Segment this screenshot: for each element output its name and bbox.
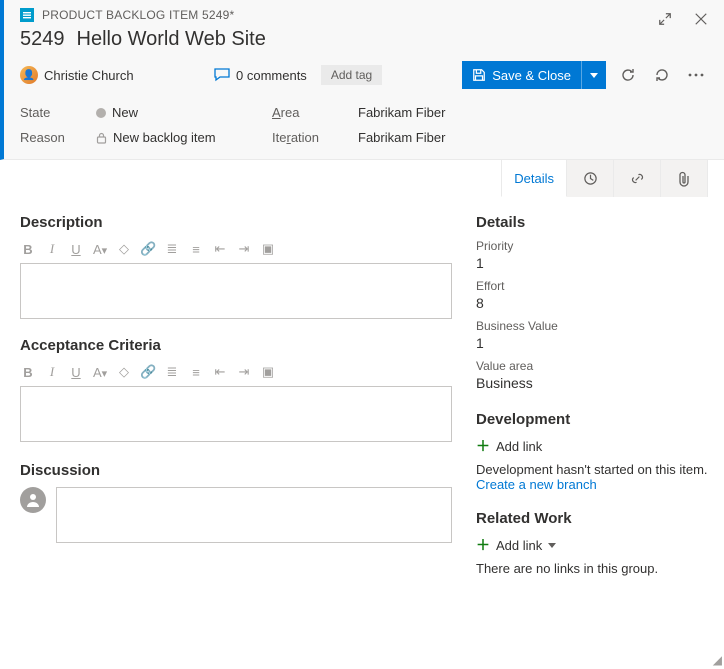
development-header: Development: [476, 411, 708, 428]
number-list-icon[interactable]: ≡: [188, 242, 204, 257]
description-header: Description: [20, 214, 452, 231]
value-area-field[interactable]: Business: [476, 375, 708, 391]
clear-format-icon[interactable]: ◇: [116, 241, 132, 257]
underline-icon[interactable]: U: [68, 242, 84, 257]
related-hint: There are no links in this group.: [476, 561, 708, 576]
save-label: Save & Close: [492, 68, 571, 83]
comment-icon: [214, 68, 230, 82]
maximize-icon[interactable]: [654, 8, 676, 30]
history-icon: [583, 171, 598, 186]
add-link-label: Add link: [496, 439, 542, 454]
acceptance-toolbar: B I U A▾ ◇ 🔗 ≣ ≡ ⇤ ⇥ ▣: [20, 362, 452, 386]
attachment-icon: [677, 171, 691, 187]
link-icon: [630, 171, 645, 186]
breadcrumb: PRODUCT BACKLOG ITEM 5249*: [42, 8, 234, 22]
description-input[interactable]: [20, 263, 452, 319]
state-dot-icon: [96, 108, 106, 118]
priority-label: Priority: [476, 239, 708, 253]
tab-details-label: Details: [502, 171, 566, 186]
iteration-value: Fabrikam Fiber: [358, 130, 445, 145]
person-icon: [25, 492, 41, 508]
font-icon[interactable]: A▾: [92, 242, 108, 257]
bold-icon[interactable]: B: [20, 242, 36, 257]
hyperlink-icon[interactable]: 🔗: [140, 241, 156, 257]
resize-grip-icon[interactable]: ◢: [713, 653, 722, 667]
tab-history[interactable]: [566, 159, 614, 197]
outdent-icon[interactable]: ⇤: [212, 241, 228, 257]
iteration-label: Iteration: [272, 130, 342, 145]
create-branch-link[interactable]: Create a new branch: [476, 477, 708, 492]
undo-icon[interactable]: [650, 63, 674, 87]
discussion-header: Discussion: [20, 462, 452, 479]
reason-field[interactable]: New backlog item: [96, 130, 256, 145]
bold-icon[interactable]: B: [20, 365, 36, 380]
discussion-avatar: [20, 487, 46, 513]
tab-attachments[interactable]: [660, 159, 708, 197]
state-value: New: [112, 105, 138, 120]
bullet-list-icon[interactable]: ≣: [164, 364, 180, 380]
comments-label: 0 comments: [236, 68, 307, 83]
italic-icon[interactable]: I: [44, 364, 60, 380]
underline-icon[interactable]: U: [68, 365, 84, 380]
related-work-header: Related Work: [476, 510, 708, 527]
save-icon: [472, 68, 486, 82]
discussion-input[interactable]: [56, 487, 452, 543]
business-value-field[interactable]: 1: [476, 335, 708, 351]
number-list-icon[interactable]: ≡: [188, 365, 204, 380]
acceptance-input[interactable]: [20, 386, 452, 442]
reason-label: Reason: [20, 130, 80, 145]
description-toolbar: B I U A▾ ◇ 🔗 ≣ ≡ ⇤ ⇥ ▣: [20, 239, 452, 263]
plus-icon: ＋: [476, 535, 490, 555]
iteration-field[interactable]: Fabrikam Fiber: [358, 130, 518, 145]
close-icon[interactable]: [690, 8, 712, 30]
details-panel-header: Details: [476, 214, 708, 231]
value-area-label: Value area: [476, 359, 708, 373]
image-icon[interactable]: ▣: [260, 364, 276, 380]
development-hint: Development hasn't started on this item.: [476, 462, 708, 477]
lock-icon: [96, 132, 107, 144]
add-tag-button[interactable]: Add tag: [321, 65, 382, 85]
tab-links[interactable]: [613, 159, 661, 197]
add-development-link-button[interactable]: ＋ Add link: [476, 436, 708, 456]
assignee-name: Christie Church: [44, 68, 134, 83]
italic-icon[interactable]: I: [44, 241, 60, 257]
add-related-link-button[interactable]: ＋ Add link: [476, 535, 708, 555]
effort-label: Effort: [476, 279, 708, 293]
state-field[interactable]: New: [96, 105, 256, 120]
reason-value: New backlog item: [113, 130, 216, 145]
hyperlink-icon[interactable]: 🔗: [140, 364, 156, 380]
assignee-field[interactable]: 👤 Christie Church: [20, 66, 200, 84]
outdent-icon[interactable]: ⇤: [212, 364, 228, 380]
page-title[interactable]: Hello World Web Site: [77, 28, 266, 51]
chevron-down-icon: [548, 543, 556, 548]
indent-icon[interactable]: ⇥: [236, 364, 252, 380]
business-value-label: Business Value: [476, 319, 708, 333]
avatar: 👤: [20, 66, 38, 84]
add-link-label: Add link: [496, 538, 542, 553]
font-icon[interactable]: A▾: [92, 365, 108, 380]
area-label: Area: [272, 105, 342, 120]
effort-field[interactable]: 8: [476, 295, 708, 311]
save-dropdown-caret[interactable]: [581, 61, 606, 89]
more-actions-icon[interactable]: [684, 69, 708, 81]
area-field[interactable]: Fabrikam Fiber: [358, 105, 518, 120]
clear-format-icon[interactable]: ◇: [116, 364, 132, 380]
bullet-list-icon[interactable]: ≣: [164, 241, 180, 257]
work-item-id: 5249: [20, 28, 65, 51]
acceptance-header: Acceptance Criteria: [20, 337, 452, 354]
work-item-type-icon: [20, 8, 34, 22]
area-value: Fabrikam Fiber: [358, 105, 445, 120]
chevron-down-icon: [590, 73, 598, 78]
refresh-icon[interactable]: [616, 63, 640, 87]
tab-details[interactable]: Details: [501, 159, 567, 197]
save-and-close-button[interactable]: Save & Close: [462, 61, 606, 89]
comments-button[interactable]: 0 comments: [214, 68, 307, 83]
state-label: State: [20, 105, 80, 120]
priority-field[interactable]: 1: [476, 255, 708, 271]
plus-icon: ＋: [476, 436, 490, 456]
indent-icon[interactable]: ⇥: [236, 241, 252, 257]
image-icon[interactable]: ▣: [260, 241, 276, 257]
